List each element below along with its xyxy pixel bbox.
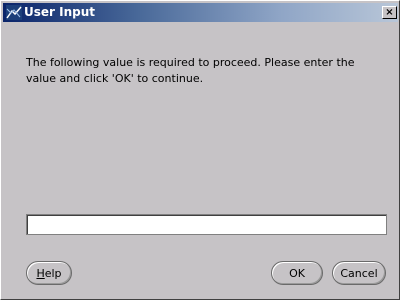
help-label: elp xyxy=(44,266,62,280)
dialog-message: The following value is required to proce… xyxy=(26,56,355,85)
close-icon: × xyxy=(385,6,394,18)
title-bar[interactable]: User Input × xyxy=(3,3,398,22)
dialog-window: User Input × The following value is requ… xyxy=(0,0,400,300)
cancel-button[interactable]: Cancel xyxy=(332,261,386,285)
help-mnemonic: H xyxy=(36,266,45,280)
help-button[interactable]: Help xyxy=(26,261,72,285)
close-button[interactable]: × xyxy=(382,6,397,19)
app-icon xyxy=(6,5,22,20)
window-title: User Input xyxy=(24,5,95,19)
ok-button[interactable]: OK xyxy=(271,261,323,285)
value-input[interactable] xyxy=(26,214,387,235)
